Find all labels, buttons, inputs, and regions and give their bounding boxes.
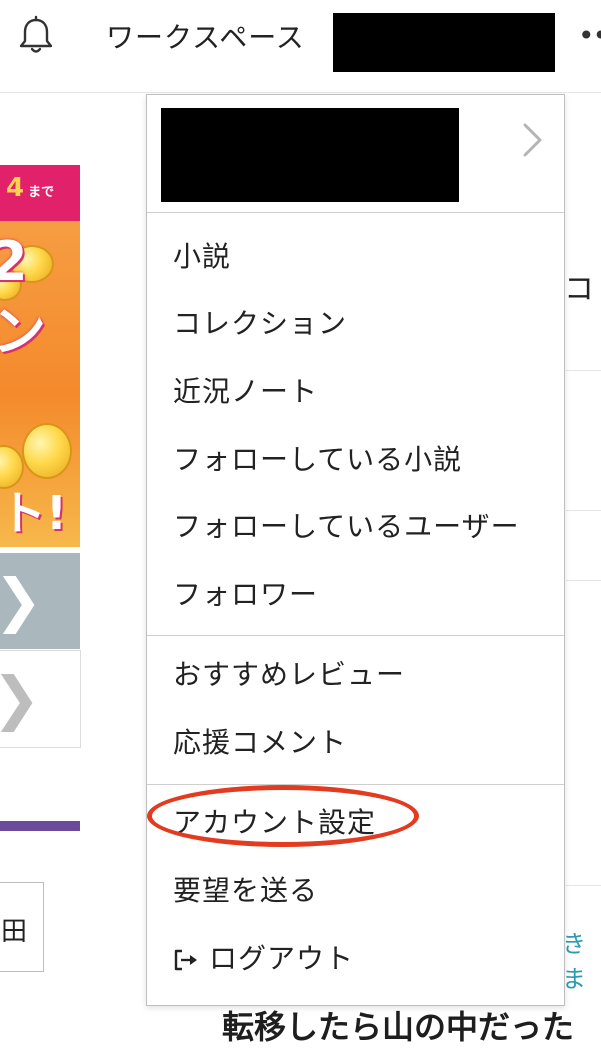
promo-banner[interactable]: 4 まで 2 ン ト! — [0, 165, 80, 547]
list-divider — [566, 580, 601, 581]
account-dropdown-menu: 小説 コレクション 近況ノート フォローしている小説 フォローしているユーザー … — [146, 94, 565, 1006]
chevron-right-icon: ❯ — [0, 571, 43, 629]
menu-item-support-comments[interactable]: 応援コメント — [173, 725, 347, 761]
menu-item-send-request[interactable]: 要望を送る — [173, 873, 318, 909]
user-profile-link[interactable] — [147, 95, 564, 213]
right-side-link[interactable]: きま — [562, 924, 601, 994]
banner-text: ン — [0, 300, 46, 363]
coin-decoration — [22, 423, 72, 479]
banner-date: 4 まで — [6, 173, 55, 203]
banner-date-strip: 4 まで — [0, 165, 80, 221]
menu-item-followed-novels[interactable]: フォローしている小説 — [173, 442, 462, 478]
redacted-user-info — [161, 108, 459, 202]
list-divider — [566, 510, 601, 511]
menu-item-recent-notes[interactable]: 近況ノート — [173, 374, 318, 410]
chevron-right-icon — [523, 123, 542, 157]
field-button[interactable]: 田 — [0, 882, 44, 972]
menu-item-logout[interactable]: ログアウト — [209, 941, 354, 977]
list-next-button[interactable]: ❯ — [0, 650, 81, 748]
redacted-username — [333, 13, 555, 72]
carousel-next-button[interactable]: ❯ — [0, 553, 80, 649]
menu-item-recommended-reviews[interactable]: おすすめレビュー — [173, 657, 405, 693]
workspace-link[interactable]: ワークスペース — [106, 20, 305, 56]
menu-item-followed-users[interactable]: フォローしているユーザー — [173, 509, 520, 545]
more-dots-icon[interactable]: •• — [578, 22, 601, 50]
menu-item-account-settings[interactable]: アカウント設定 — [173, 805, 376, 841]
section-divider — [0, 821, 80, 831]
menu-item-followers[interactable]: フォロワー — [173, 577, 318, 613]
menu-item-collections[interactable]: コレクション — [173, 306, 347, 342]
chevron-right-icon: ❯ — [0, 669, 41, 727]
top-header: ワークスペース •• — [0, 0, 601, 93]
right-side-text: コ — [564, 272, 594, 307]
story-title[interactable]: 転移したら山の中だった — [222, 1002, 574, 1048]
menu-divider — [147, 212, 564, 213]
bell-icon[interactable] — [14, 14, 58, 58]
logout-icon — [174, 949, 197, 971]
menu-divider — [147, 784, 564, 785]
list-divider — [566, 370, 601, 371]
menu-divider — [147, 635, 564, 636]
banner-text: ト! — [0, 486, 67, 540]
banner-text: 2 — [0, 230, 28, 293]
list-divider — [566, 885, 601, 886]
menu-item-novels[interactable]: 小説 — [173, 239, 231, 275]
